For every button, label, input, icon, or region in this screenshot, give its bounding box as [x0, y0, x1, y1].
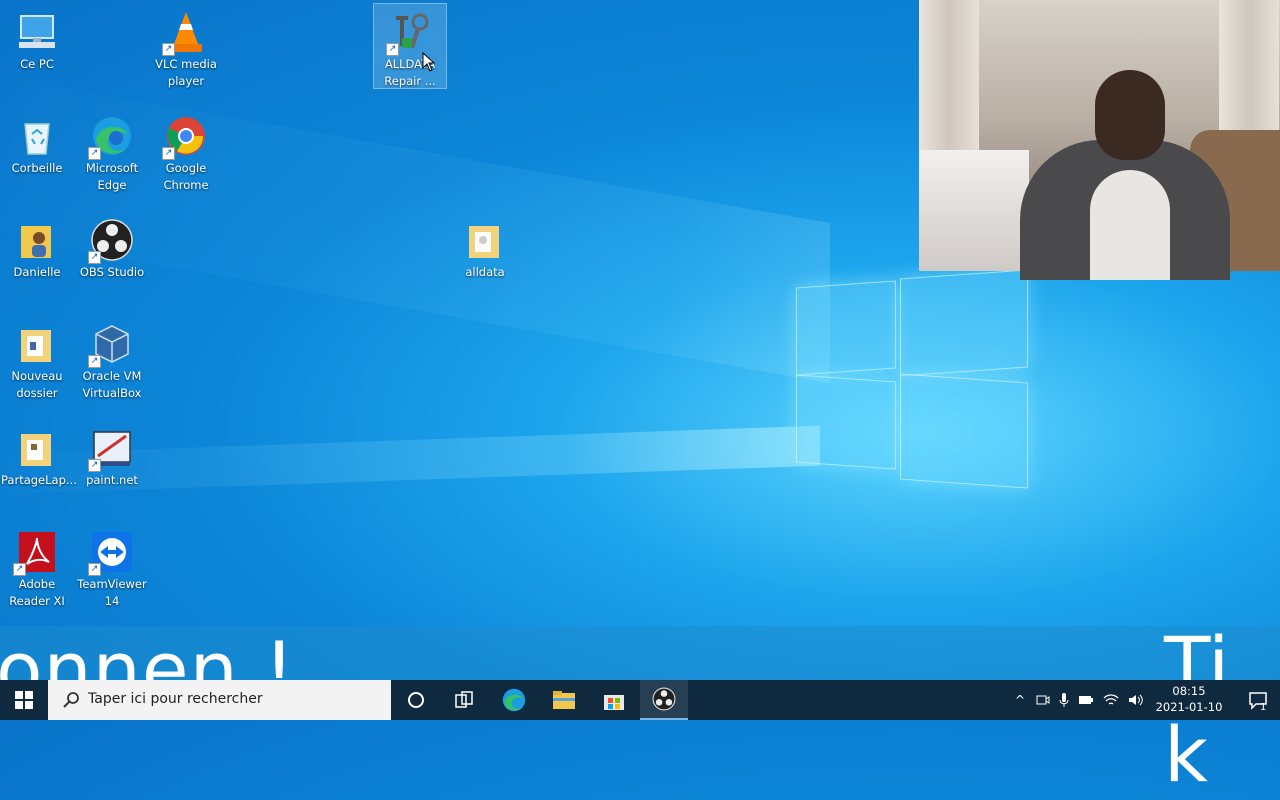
camera-icon[interactable]	[1036, 693, 1050, 707]
user-folder-icon	[15, 218, 59, 262]
vlc-icon: ↗	[162, 10, 208, 56]
taskbar-store-button[interactable]	[590, 680, 638, 720]
desktop-icon-paint-net[interactable]: ↗ paint.net	[76, 420, 148, 489]
desktop-icon-danielle[interactable]: Danielle	[1, 212, 73, 281]
desktop-icon-obs-studio[interactable]: ↗ OBS Studio	[76, 212, 148, 281]
shortcut-arrow-icon: ↗	[88, 147, 101, 160]
desktop-icon-nouveau-dossier[interactable]: Nouveau dossier	[1, 316, 73, 402]
edge-icon: ↗	[88, 114, 134, 160]
taskbar-clock[interactable]: 08:15 2021-01-10	[1150, 683, 1228, 715]
battery-icon[interactable]	[1078, 694, 1094, 706]
paint-net-icon: ↗	[88, 426, 134, 472]
store-icon	[604, 695, 624, 710]
notification-count-badge: 1	[1260, 702, 1267, 713]
shortcut-arrow-icon: ↗	[162, 43, 175, 56]
shortcut-arrow-icon: ↗	[88, 563, 101, 576]
search-placeholder: Taper ici pour rechercher	[88, 691, 263, 707]
action-center-button[interactable]: 1	[1236, 680, 1280, 720]
desktop-icon-vlc[interactable]: ↗ VLC media player	[150, 4, 222, 90]
webcam-person-shirt	[1090, 170, 1170, 280]
taskbar-obs-button[interactable]	[640, 680, 688, 720]
clock-date: 2021-01-10	[1155, 700, 1223, 714]
desktop-icon-alldata-folder[interactable]: alldata	[449, 212, 521, 281]
desktop-icon-microsoft-edge[interactable]: ↗ Microsoft Edge	[76, 108, 148, 194]
edge-icon	[502, 688, 526, 712]
wifi-icon[interactable]	[1103, 693, 1119, 707]
computer-icon	[15, 10, 59, 54]
chrome-icon: ↗	[162, 114, 208, 160]
folder-icon	[463, 218, 507, 262]
shortcut-arrow-icon: ↗	[386, 43, 399, 56]
folder-icon	[15, 322, 59, 366]
shortcut-arrow-icon: ↗	[88, 251, 101, 264]
taskbar-file-explorer-button[interactable]	[540, 680, 588, 720]
desktop-icon-partagelap[interactable]: PartageLap...	[1, 420, 77, 489]
virtualbox-icon: ↗	[88, 322, 134, 368]
volume-icon[interactable]	[1128, 693, 1144, 707]
obs-icon	[652, 687, 676, 711]
shortcut-arrow-icon: ↗	[88, 459, 101, 472]
desktop-icon-teamviewer[interactable]: ↗ TeamViewer 14	[76, 524, 148, 610]
teamviewer-icon: ↗	[88, 530, 134, 576]
cortana-button[interactable]	[392, 680, 440, 720]
start-button[interactable]	[0, 680, 48, 720]
desktop-icon-ce-pc[interactable]: Ce PC	[1, 4, 73, 73]
task-view-icon	[455, 691, 473, 708]
desktop-icon-corbeille[interactable]: Corbeille	[1, 108, 73, 177]
taskbar-edge-button[interactable]	[490, 680, 538, 720]
desktop-icon-alldata-repair[interactable]: ↗ ALLDATA Repair ...	[373, 3, 447, 89]
file-explorer-icon	[553, 691, 575, 709]
tools-icon: ↗	[386, 10, 432, 56]
desktop-icon-adobe-reader[interactable]: ↗ Adobe Reader XI	[1, 524, 73, 610]
webcam-piano	[919, 150, 1029, 271]
mouse-cursor-icon	[422, 52, 436, 72]
obs-icon: ↗	[88, 218, 134, 264]
task-view-button[interactable]	[440, 680, 488, 720]
clock-time: 08:15	[1172, 684, 1206, 698]
desktop-icon-virtualbox[interactable]: ↗ Oracle VM VirtualBox	[76, 316, 148, 402]
taskbar-search-box[interactable]: Taper ici pour rechercher	[48, 680, 391, 720]
microphone-icon[interactable]	[1059, 692, 1069, 708]
desktop-icon-google-chrome[interactable]: ↗ Google Chrome	[150, 108, 222, 194]
cortana-icon	[408, 692, 424, 708]
folder-icon	[15, 426, 59, 470]
webcam-person-head	[1095, 70, 1165, 160]
shortcut-arrow-icon: ↗	[13, 563, 26, 576]
system-tray: ^	[1010, 680, 1144, 720]
shortcut-arrow-icon: ↗	[162, 147, 175, 160]
adobe-reader-icon: ↗	[13, 530, 59, 576]
recycle-bin-icon	[15, 114, 59, 158]
shortcut-arrow-icon: ↗	[88, 355, 101, 368]
chevron-up-icon[interactable]: ^	[1010, 693, 1030, 707]
windows-start-icon	[15, 691, 33, 709]
search-icon	[63, 692, 79, 708]
windows-logo-wallpaper	[796, 269, 1028, 494]
